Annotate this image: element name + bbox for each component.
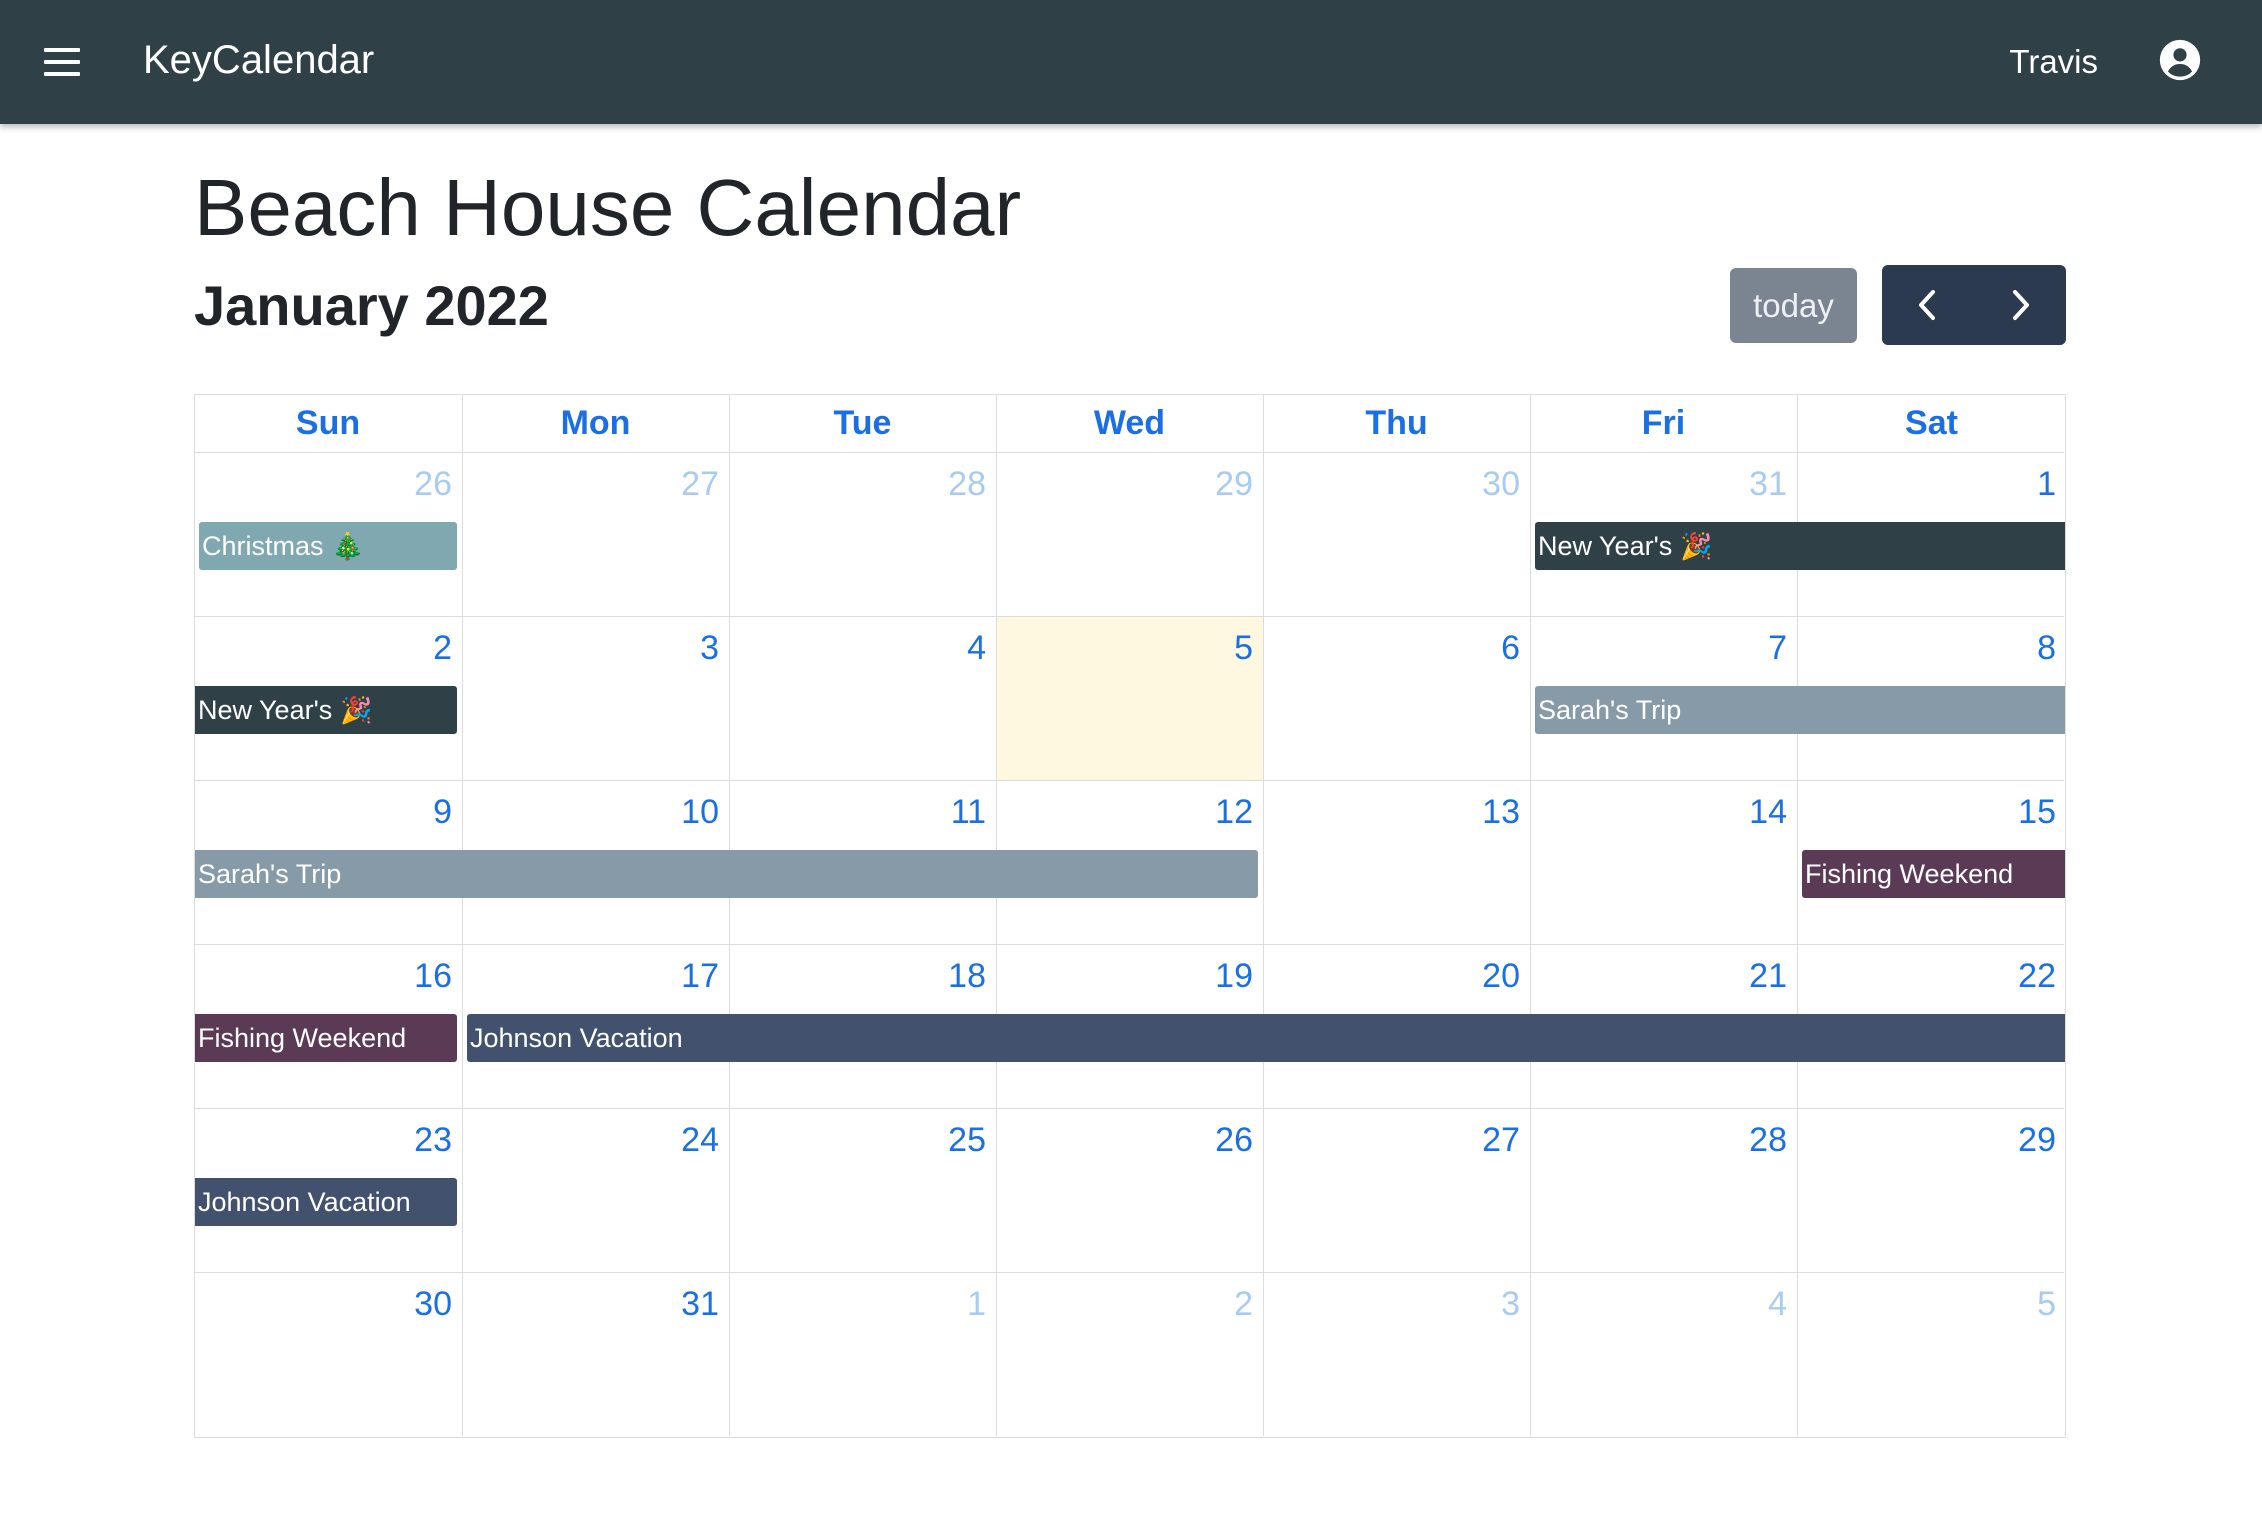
grid-row-divider [194, 944, 2064, 945]
grid-row-divider [194, 1108, 2064, 1109]
day-number[interactable]: 17 [462, 956, 719, 996]
grid-column-divider [1530, 394, 1531, 1436]
event-emoji: 🎄 [331, 532, 364, 562]
app-bar: KeyCalendar Travis [0, 0, 2262, 124]
day-number[interactable]: 18 [729, 956, 986, 996]
calendar-event[interactable]: Sarah's Trip [1535, 686, 2065, 734]
day-number[interactable]: 12 [996, 792, 1253, 832]
event-title: Sarah's Trip [1538, 695, 1682, 725]
day-number[interactable]: 7 [1530, 628, 1787, 668]
day-number[interactable]: 23 [194, 1120, 452, 1160]
prev-month-button[interactable] [1882, 265, 1974, 345]
app-title: KeyCalendar [143, 38, 375, 82]
grid-column-divider [729, 394, 730, 1436]
day-number[interactable]: 8 [1797, 628, 2056, 668]
weekday-header-tue: Tue [833, 404, 892, 442]
day-number[interactable]: 4 [1530, 1284, 1787, 1324]
month-label: January 2022 [194, 274, 549, 337]
calendar-event[interactable]: Sarah's Trip [195, 850, 1258, 898]
day-number[interactable]: 15 [1797, 792, 2056, 832]
next-month-button[interactable] [1974, 265, 2066, 345]
day-number[interactable]: 21 [1530, 956, 1787, 996]
calendar-event[interactable]: Fishing Weekend [1802, 850, 2065, 898]
weekday-header-wed: Wed [1093, 404, 1166, 442]
calendar-event[interactable]: New Year's 🎉 [195, 686, 457, 734]
calendar-event[interactable]: Johnson Vacation [195, 1178, 457, 1226]
event-title: Johnson Vacation [470, 1023, 683, 1053]
day-number[interactable]: 26 [996, 1120, 1253, 1160]
user-name[interactable]: Travis [2009, 38, 2098, 86]
day-number[interactable]: 30 [1263, 464, 1520, 504]
event-title: Sarah's Trip [198, 859, 342, 889]
day-number[interactable]: 30 [194, 1284, 452, 1324]
grid-column-divider [1263, 394, 1264, 1436]
day-number[interactable]: 14 [1530, 792, 1787, 832]
weekday-header-thu: Thu [1365, 404, 1428, 442]
day-number[interactable]: 27 [462, 464, 719, 504]
calendar-event[interactable]: Fishing Weekend [195, 1014, 457, 1062]
day-number[interactable]: 9 [194, 792, 452, 832]
day-number[interactable]: 3 [462, 628, 719, 668]
event-title: New Year's [198, 695, 333, 725]
event-emoji: 🎉 [1680, 532, 1713, 562]
weekday-header-sat: Sat [1905, 404, 1958, 442]
day-number[interactable]: 5 [996, 628, 1253, 668]
day-number[interactable]: 4 [729, 628, 986, 668]
day-number[interactable]: 22 [1797, 956, 2056, 996]
day-number[interactable]: 25 [729, 1120, 986, 1160]
day-number[interactable]: 16 [194, 956, 452, 996]
day-number[interactable]: 29 [996, 464, 1253, 504]
hamburger-menu-icon[interactable] [44, 48, 80, 76]
event-emoji: 🎉 [340, 696, 373, 726]
day-number[interactable]: 11 [729, 792, 986, 832]
grid-row-divider [194, 1272, 2064, 1273]
day-number[interactable]: 13 [1263, 792, 1520, 832]
day-number[interactable]: 2 [194, 628, 452, 668]
day-number[interactable]: 6 [1263, 628, 1520, 668]
grid-column-divider [996, 394, 997, 1436]
day-number[interactable]: 1 [729, 1284, 986, 1324]
event-title: Fishing Weekend [1805, 859, 2014, 889]
calendar-event[interactable]: Christmas 🎄 [199, 522, 457, 570]
event-title: Johnson Vacation [198, 1187, 411, 1217]
day-number[interactable]: 10 [462, 792, 719, 832]
weekday-header-sun: Sun [295, 404, 361, 442]
event-title: Fishing Weekend [198, 1023, 407, 1053]
day-number[interactable]: 3 [1263, 1284, 1520, 1324]
day-number[interactable]: 28 [1530, 1120, 1787, 1160]
day-number[interactable]: 1 [1797, 464, 2056, 504]
day-number[interactable]: 26 [194, 464, 452, 504]
event-title: New Year's [1538, 531, 1673, 561]
calendar-event[interactable]: Johnson Vacation [467, 1014, 2065, 1062]
chevron-left-icon [1919, 290, 1935, 320]
today-button[interactable]: today [1730, 268, 1857, 343]
day-number[interactable]: 20 [1263, 956, 1520, 996]
grid-row-divider [194, 616, 2064, 617]
day-number[interactable]: 19 [996, 956, 1253, 996]
day-number[interactable]: 31 [462, 1284, 719, 1324]
month-grid: Sun Mon Tue Wed Thu Fri Sat 26 27 28 29 30 31 1 2 3 4 5 6 7… [194, 394, 2066, 1438]
chevron-right-icon [2013, 290, 2029, 320]
weekday-header-fri: Fri [1641, 404, 1686, 442]
grid-column-divider [462, 394, 463, 1436]
day-number[interactable]: 5 [1797, 1284, 2056, 1324]
event-title: Christmas [202, 531, 324, 561]
grid-row-divider [194, 452, 2064, 453]
calendar-title: Beach House Calendar [194, 163, 1022, 252]
weekday-header-mon: Mon [560, 404, 631, 442]
day-number[interactable]: 31 [1530, 464, 1787, 504]
day-number[interactable]: 29 [1797, 1120, 2056, 1160]
day-number[interactable]: 28 [729, 464, 986, 504]
day-number[interactable]: 24 [462, 1120, 719, 1160]
calendar-event[interactable]: New Year's 🎉 [1535, 522, 2065, 570]
day-number[interactable]: 27 [1263, 1120, 1520, 1160]
month-nav-group [1882, 265, 2066, 345]
grid-row-divider [194, 780, 2064, 781]
account-circle-icon[interactable] [2158, 38, 2202, 82]
day-number[interactable]: 2 [996, 1284, 1253, 1324]
